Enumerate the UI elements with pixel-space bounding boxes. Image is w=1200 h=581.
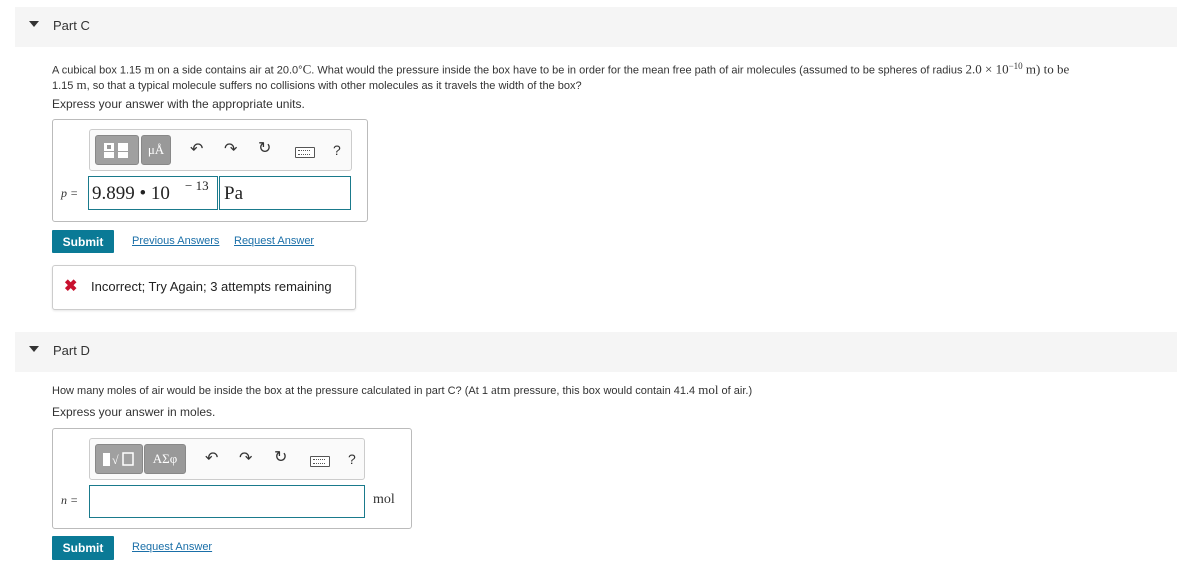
part-d-header[interactable]: Part D [15, 332, 1177, 372]
help-button[interactable]: ? [333, 141, 341, 159]
error-x-icon: ✖ [64, 278, 78, 295]
part-c-question: A cubical box 1.15 m on a side contains … [52, 61, 1070, 92]
part-c-request-answer-link[interactable]: Request Answer [234, 235, 314, 247]
symbols-button[interactable]: ΑΣφ [144, 444, 186, 474]
part-d-request-answer-link[interactable]: Request Answer [132, 541, 212, 553]
units-button[interactable]: μÅ [141, 135, 171, 165]
part-d-title: Part D [53, 343, 90, 358]
caret-down-icon[interactable] [29, 346, 39, 352]
keyboard-icon[interactable] [310, 456, 330, 467]
reset-icon[interactable]: ↻ [258, 140, 271, 158]
keyboard-icon[interactable] [295, 147, 315, 158]
part-c-title: Part C [53, 18, 90, 33]
redo-icon[interactable]: ↷ [239, 450, 252, 468]
undo-icon[interactable]: ↶ [205, 450, 218, 468]
svg-text:√: √ [112, 453, 119, 467]
p-value-exponent: − 13 [185, 178, 209, 193]
part-c-submit-button[interactable]: Submit [52, 230, 114, 253]
part-c-header[interactable]: Part C [15, 7, 1177, 47]
templates-button[interactable]: √ [95, 444, 143, 474]
undo-icon[interactable]: ↶ [190, 141, 203, 159]
templates-icon: √ [103, 452, 134, 467]
caret-down-icon[interactable] [29, 21, 39, 27]
part-c-express: Express your answer with the appropriate… [52, 97, 305, 111]
redo-icon[interactable]: ↷ [224, 141, 237, 159]
feedback-message: Incorrect; Try Again; 3 attempts remaini… [91, 279, 332, 294]
n-value-field[interactable] [89, 485, 365, 518]
p-units-value: Pa [224, 183, 243, 204]
p-value-field[interactable]: 9.899 • 10 − 13 [88, 176, 218, 210]
templates-icon [104, 143, 128, 158]
p-value-mantissa: 9.899 • 10 [92, 183, 170, 204]
n-label: n = [61, 493, 79, 507]
reset-icon[interactable]: ↻ [274, 449, 287, 467]
mol-unit-label: mol [373, 492, 395, 507]
previous-answers-link[interactable]: Previous Answers [132, 235, 219, 247]
part-d-express: Express your answer in moles. [52, 405, 216, 419]
incorrect-feedback: ✖ Incorrect; Try Again; 3 attempts remai… [52, 265, 356, 310]
part-d-math-toolbar: √ ΑΣφ ↶ ↷ ↻ ? [89, 438, 365, 480]
part-d-question: How many moles of air would be inside th… [52, 382, 753, 398]
templates-button[interactable] [95, 135, 139, 165]
part-d-submit-button[interactable]: Submit [52, 536, 114, 560]
part-c-answer-box: μÅ ↶ ↷ ↻ ? p = 9.899 • 10 − 13 Pa [52, 119, 368, 222]
p-label: p = [61, 186, 79, 200]
part-d-answer-box: √ ΑΣφ ↶ ↷ ↻ ? n = mol [52, 428, 412, 529]
p-units-field[interactable]: Pa [219, 176, 351, 210]
part-c-math-toolbar: μÅ ↶ ↷ ↻ ? [89, 129, 352, 171]
help-button[interactable]: ? [348, 450, 356, 468]
